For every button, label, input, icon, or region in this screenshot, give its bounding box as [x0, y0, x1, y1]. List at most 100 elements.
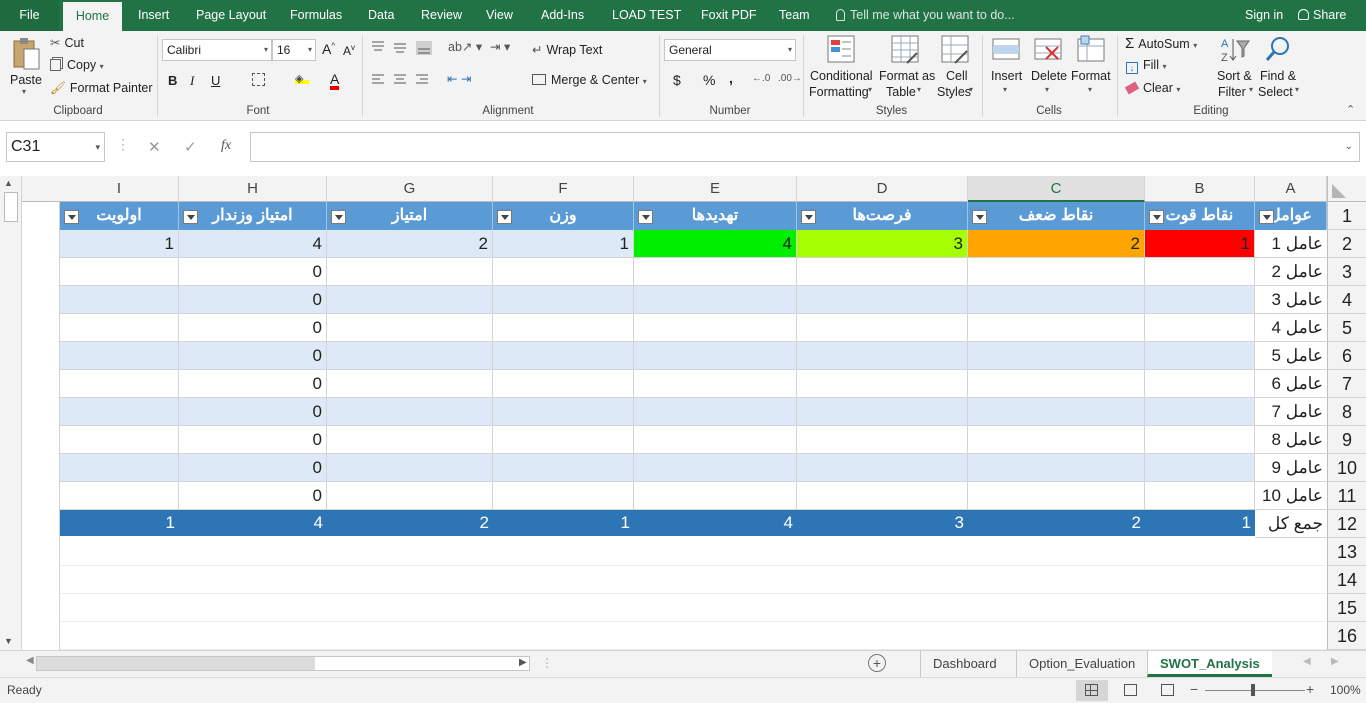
- font-color-button[interactable]: A: [330, 71, 340, 90]
- add-sheet-button[interactable]: +: [868, 654, 886, 672]
- copy-button[interactable]: Copy ▾: [50, 58, 104, 72]
- filter-dropdown-icon[interactable]: [638, 210, 653, 224]
- table-cell[interactable]: [968, 370, 1145, 398]
- autosum-button[interactable]: Σ AutoSum ▾: [1125, 35, 1197, 52]
- table-cell[interactable]: 0: [179, 258, 327, 286]
- table-cell[interactable]: [968, 426, 1145, 454]
- factor-label-cell[interactable]: عامل 8: [1255, 426, 1327, 454]
- scroll-left-icon[interactable]: ◀: [26, 655, 34, 666]
- filter-dropdown-icon[interactable]: [497, 210, 512, 224]
- confirm-entry-button[interactable]: ✓: [184, 138, 197, 156]
- table-cell[interactable]: 2: [327, 230, 493, 258]
- scroll-up-icon[interactable]: ▲: [4, 178, 13, 188]
- column-header-d[interactable]: D: [797, 176, 968, 202]
- number-format-select[interactable]: General ▾: [664, 39, 796, 61]
- table-header-cell[interactable]: تهدیدها: [634, 202, 797, 230]
- table-cell[interactable]: 1: [1145, 230, 1255, 258]
- table-cell[interactable]: [797, 398, 968, 426]
- table-cell[interactable]: [797, 342, 968, 370]
- horizontal-scrollbar[interactable]: ▶: [36, 656, 530, 671]
- table-cell[interactable]: [1145, 426, 1255, 454]
- factor-label-cell[interactable]: عامل 3: [1255, 286, 1327, 314]
- table-cell[interactable]: [60, 370, 179, 398]
- table-cell[interactable]: [968, 286, 1145, 314]
- filter-dropdown-icon[interactable]: [801, 210, 816, 224]
- row-header[interactable]: 10: [1327, 454, 1366, 482]
- factor-label-cell[interactable]: عامل 1: [1255, 230, 1327, 258]
- find-select-button[interactable]: Find & Select ▾: [1258, 33, 1300, 103]
- increase-decimal-button[interactable]: ←.0: [752, 73, 770, 84]
- table-cell[interactable]: [1145, 342, 1255, 370]
- fill-button[interactable]: ↓ Fill ▾: [1126, 58, 1166, 74]
- empty-row[interactable]: [60, 594, 1327, 622]
- format-cells-button[interactable]: Format ▾: [1071, 33, 1113, 103]
- column-header-f[interactable]: F: [493, 176, 634, 202]
- table-cell[interactable]: [634, 314, 797, 342]
- table-cell[interactable]: 0: [179, 398, 327, 426]
- orientation-button[interactable]: ab↗ ▾: [448, 39, 482, 54]
- table-cell[interactable]: [327, 482, 493, 510]
- table-cell[interactable]: [797, 426, 968, 454]
- bold-button[interactable]: B: [168, 73, 177, 88]
- table-cell[interactable]: 0: [179, 370, 327, 398]
- share-button[interactable]: Share: [1298, 0, 1346, 31]
- row-header[interactable]: 14: [1327, 566, 1366, 594]
- table-cell[interactable]: [60, 398, 179, 426]
- row-header[interactable]: 3: [1327, 258, 1366, 286]
- table-cell[interactable]: 0: [179, 426, 327, 454]
- table-cell[interactable]: [60, 258, 179, 286]
- format-painter-button[interactable]: 🖌 Format Painter: [50, 81, 153, 96]
- wrap-text-button[interactable]: ↵ Wrap Text: [532, 42, 602, 57]
- paste-button[interactable]: Paste ▾: [8, 35, 44, 99]
- percent-button[interactable]: %: [703, 72, 715, 88]
- table-header-cell[interactable]: امتیاز وزندار: [179, 202, 327, 230]
- table-cell[interactable]: [1145, 370, 1255, 398]
- table-cell[interactable]: [1145, 258, 1255, 286]
- table-cell[interactable]: [797, 314, 968, 342]
- total-label-cell[interactable]: جمع کل: [1255, 510, 1327, 538]
- table-cell[interactable]: [327, 454, 493, 482]
- underline-button[interactable]: U: [211, 73, 220, 88]
- table-cell[interactable]: [60, 454, 179, 482]
- delete-cells-button[interactable]: Delete ▾: [1030, 33, 1068, 103]
- table-header-cell[interactable]: نقاط ضعف: [968, 202, 1145, 230]
- table-cell[interactable]: [634, 426, 797, 454]
- table-cell[interactable]: [797, 482, 968, 510]
- table-cell[interactable]: [60, 426, 179, 454]
- table-cell[interactable]: [968, 258, 1145, 286]
- table-cell[interactable]: [493, 314, 634, 342]
- tab-review[interactable]: Review: [421, 0, 462, 31]
- table-cell[interactable]: [60, 314, 179, 342]
- column-header-g[interactable]: G: [327, 176, 493, 202]
- table-cell[interactable]: [1145, 398, 1255, 426]
- table-header-cell[interactable]: فرصت‌ها: [797, 202, 968, 230]
- table-cell[interactable]: [968, 398, 1145, 426]
- table-cell[interactable]: [493, 370, 634, 398]
- table-cell[interactable]: [634, 258, 797, 286]
- horizontal-scrollbar-track[interactable]: [37, 657, 315, 670]
- table-cell[interactable]: [634, 286, 797, 314]
- table-cell[interactable]: [968, 454, 1145, 482]
- table-cell[interactable]: [968, 482, 1145, 510]
- comma-button[interactable]: ,: [729, 70, 733, 86]
- row-header[interactable]: 15: [1327, 594, 1366, 622]
- table-cell[interactable]: 0: [179, 342, 327, 370]
- decrease-font-button[interactable]: Av: [343, 43, 355, 58]
- insert-function-button[interactable]: fx: [221, 138, 231, 154]
- decrease-decimal-button[interactable]: .00→: [778, 73, 802, 84]
- table-cell[interactable]: 4: [634, 230, 797, 258]
- table-cell[interactable]: 0: [179, 286, 327, 314]
- factor-label-cell[interactable]: عامل 5: [1255, 342, 1327, 370]
- row-header[interactable]: 9: [1327, 426, 1366, 454]
- table-cell[interactable]: 2: [968, 230, 1145, 258]
- table-cell[interactable]: [493, 398, 634, 426]
- font-name-select[interactable]: Calibri ▾: [162, 39, 272, 61]
- tab-load-test[interactable]: LOAD TEST: [612, 0, 681, 31]
- cut-button[interactable]: ✂ Cut: [50, 35, 84, 50]
- empty-row[interactable]: [60, 566, 1327, 594]
- tab-view[interactable]: View: [486, 0, 513, 31]
- table-cell[interactable]: [797, 258, 968, 286]
- table-cell[interactable]: [327, 286, 493, 314]
- table-cell[interactable]: 1: [60, 230, 179, 258]
- table-cell[interactable]: [797, 370, 968, 398]
